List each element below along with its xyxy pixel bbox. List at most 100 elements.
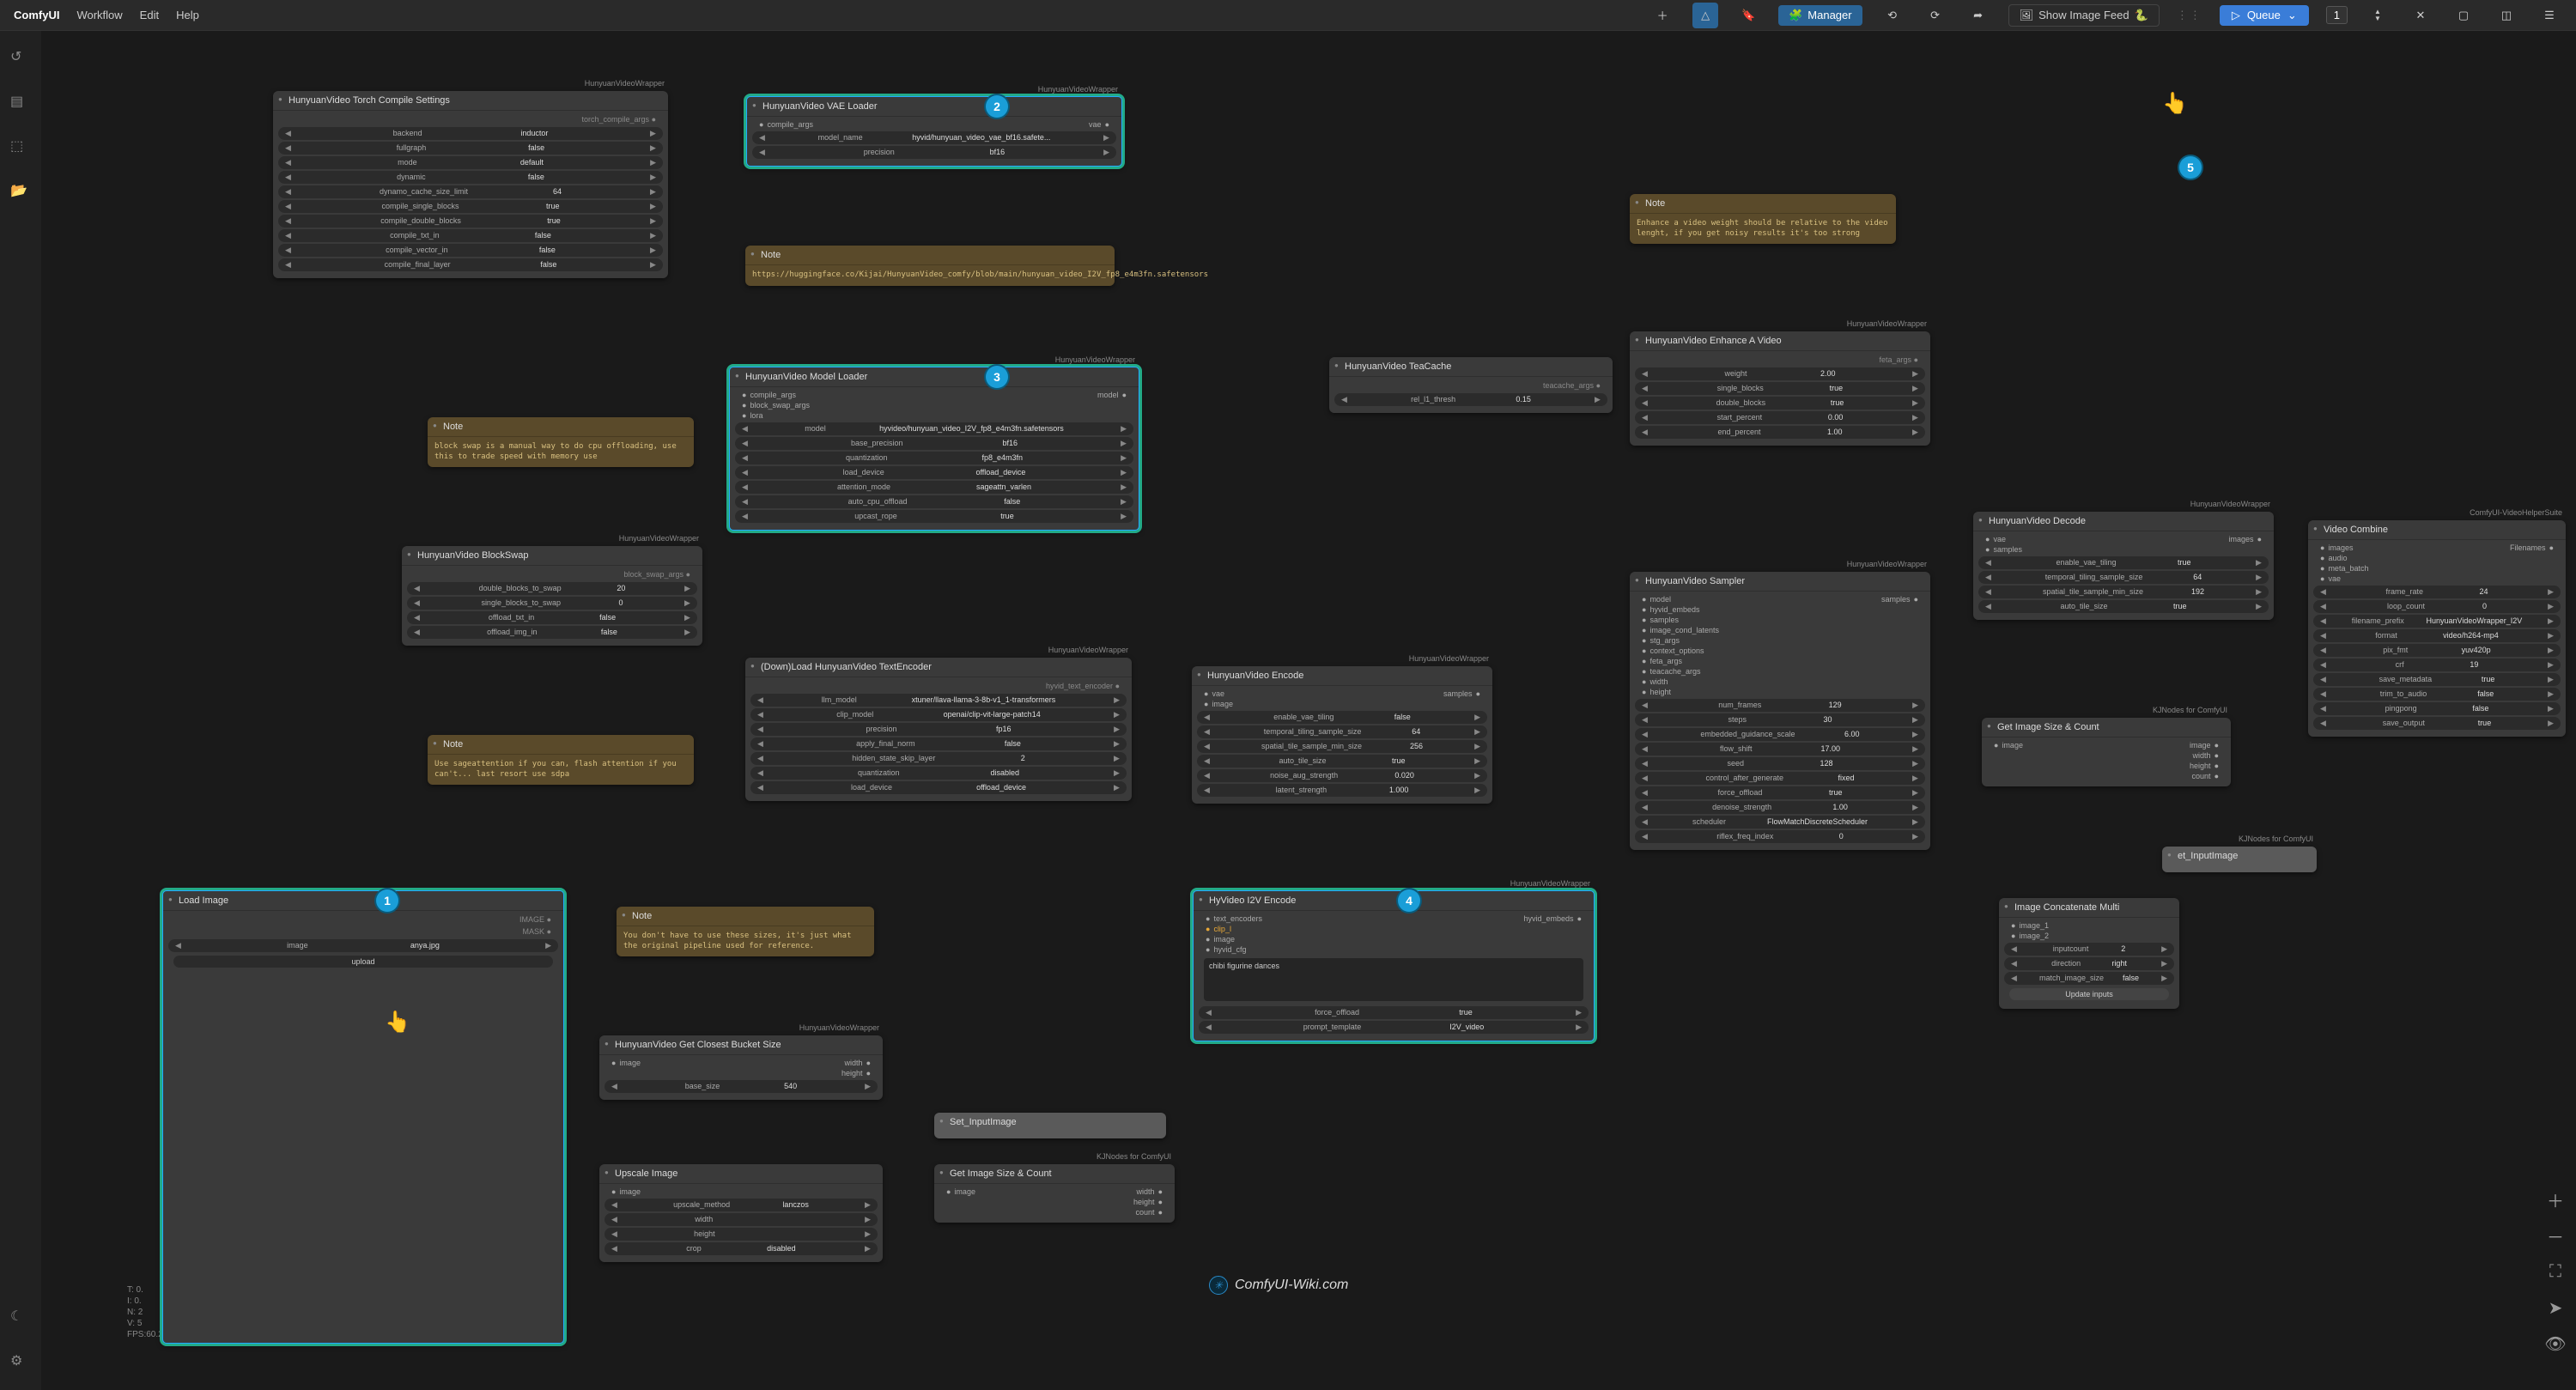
node-title[interactable]: Note — [428, 417, 694, 437]
close-icon[interactable]: ✕ — [2408, 3, 2433, 28]
widget-row[interactable]: ◀double_blocks_to_swap20▶ — [407, 582, 697, 595]
widget-row[interactable]: ◀control_after_generatefixed▶ — [1635, 772, 1925, 785]
node-load-image[interactable]: Load Image IMAGE ● MASK ● ◀imageanya.jpg… — [161, 889, 565, 1344]
panel-icon[interactable]: ◫ — [2494, 3, 2519, 28]
node-get-input[interactable]: KJNodes for ComfyUI et_InputImage — [2162, 847, 2317, 872]
widget-row[interactable]: ◀trim_to_audiofalse▶ — [2313, 688, 2561, 701]
node-text-encoder[interactable]: HunyuanVideoWrapper (Down)Load HunyuanVi… — [745, 658, 1132, 801]
widget-row[interactable]: ◀single_blocks_to_swap0▶ — [407, 597, 697, 610]
eye-icon[interactable]: 👁 — [2543, 1332, 2567, 1356]
widget-row[interactable]: ◀quantizationfp8_e4m3fn▶ — [735, 452, 1133, 464]
node-vae-loader[interactable]: HunyuanVideoWrapper HunyuanVideo VAE Loa… — [745, 95, 1123, 167]
refresh-icon[interactable]: ⟳ — [1923, 3, 1948, 28]
node-title[interactable]: Note — [1630, 194, 1896, 214]
node-title[interactable]: HunyuanVideo Encode — [1192, 666, 1492, 686]
widget-row[interactable]: ◀base_size540▶ — [605, 1080, 878, 1093]
node-title[interactable]: Set_InputImage — [934, 1113, 1166, 1132]
node-set-input[interactable]: Set_InputImage — [934, 1113, 1166, 1138]
node-note-sizes[interactable]: Note You don't have to use these sizes, … — [617, 907, 874, 956]
widget-row[interactable]: ◀force_offloadtrue▶ — [1199, 1006, 1589, 1019]
menu-workflow[interactable]: Workflow — [76, 9, 122, 21]
menu-edit[interactable]: Edit — [140, 9, 159, 21]
manager-button[interactable]: 🧩 Manager — [1778, 5, 1862, 26]
node-i2v-encode[interactable]: HunyuanVideoWrapper HyVideo I2V Encode ●… — [1192, 889, 1595, 1042]
history-icon[interactable]: ↺ — [10, 48, 31, 69]
zoom-in-icon[interactable]: ＋ — [2543, 1187, 2567, 1211]
widget-row[interactable]: ◀start_percent0.00▶ — [1635, 411, 1925, 424]
widget-row[interactable]: ◀directionright▶ — [2004, 957, 2174, 970]
moon-icon[interactable]: ☾ — [10, 1308, 31, 1328]
widget-row[interactable]: ◀save_metadatatrue▶ — [2313, 673, 2561, 686]
widget-row[interactable]: ◀inputcount2▶ — [2004, 943, 2174, 956]
widget-row[interactable]: ◀hidden_state_skip_layer2▶ — [750, 752, 1127, 765]
widget-row[interactable]: ◀num_frames129▶ — [1635, 699, 1925, 712]
fit-icon[interactable]: ⛶ — [2543, 1259, 2567, 1284]
widget-row[interactable]: ◀fullgraphfalse▶ — [278, 142, 663, 155]
widget-row[interactable]: ◀attention_modesageattn_varlen▶ — [735, 481, 1133, 494]
node-title[interactable]: et_InputImage — [2162, 847, 2317, 865]
widget-row[interactable]: ◀upscale_methodlanczos▶ — [605, 1199, 878, 1211]
widget-row[interactable]: ◀flow_shift17.00▶ — [1635, 743, 1925, 756]
widget-row[interactable]: ◀formatvideo/h264-mp4▶ — [2313, 629, 2561, 642]
node-note-url[interactable]: Note https://huggingface.co/Kijai/Hunyua… — [745, 246, 1115, 286]
node-title[interactable]: Note — [617, 907, 874, 926]
node-title[interactable]: HunyuanVideo Get Closest Bucket Size — [599, 1035, 883, 1055]
widget-row[interactable]: ◀auto_cpu_offloadfalse▶ — [735, 495, 1133, 508]
widget-row[interactable]: ◀frame_rate24▶ — [2313, 586, 2561, 598]
node-title[interactable]: Load Image — [163, 891, 563, 911]
node-enhance[interactable]: HunyuanVideoWrapper HunyuanVideo Enhance… — [1630, 331, 1930, 446]
node-title[interactable]: HunyuanVideo TeaCache — [1329, 357, 1613, 377]
widget-row[interactable]: ◀temporal_tiling_sample_size64▶ — [1197, 725, 1487, 738]
node-title[interactable]: Upscale Image — [599, 1164, 883, 1184]
share-icon[interactable]: ➦ — [1965, 3, 1991, 28]
widget-precision[interactable]: ◀precisionbf16▶ — [752, 146, 1116, 159]
widget-row[interactable]: ◀loop_count0▶ — [2313, 600, 2561, 613]
node-title[interactable]: HunyuanVideo Enhance A Video — [1630, 331, 1930, 351]
widget-row[interactable]: ◀cropdisabled▶ — [605, 1242, 878, 1255]
hamburger-icon[interactable]: ☰ — [2537, 3, 2562, 28]
node-title[interactable]: HunyuanVideo Model Loader — [730, 367, 1139, 387]
widget-row[interactable]: ◀single_blockstrue▶ — [1635, 382, 1925, 395]
widget-row[interactable]: ◀upcast_ropetrue▶ — [735, 510, 1133, 523]
widget-row[interactable]: ◀modelhyvideo/hunyuan_video_I2V_fp8_e4m3… — [735, 422, 1133, 435]
widget-row[interactable]: ◀backendinductor▶ — [278, 127, 663, 140]
drag-handle-icon[interactable]: ⋮⋮ — [2177, 9, 2202, 22]
node-title[interactable]: HunyuanVideo BlockSwap — [402, 546, 702, 566]
widget-row[interactable]: ◀auto_tile_sizetrue▶ — [1197, 755, 1487, 768]
widget-model-name[interactable]: ◀model_namehyvid/hunyuan_video_vae_bf16.… — [752, 131, 1116, 144]
widget-row[interactable]: ◀enable_vae_tilingtrue▶ — [1978, 556, 2269, 569]
node-title[interactable]: HyVideo I2V Encode — [1194, 891, 1594, 911]
canvas[interactable]: 1 2 3 4 5 👆 👆 ✳ ComfyUI-Wiki.com T: 0. I… — [41, 31, 2576, 1390]
widget-row[interactable]: ◀load_deviceoffload_device▶ — [750, 781, 1127, 794]
widget-row[interactable]: ◀quantizationdisabled▶ — [750, 767, 1127, 780]
widget-row[interactable]: ◀match_image_sizefalse▶ — [2004, 972, 2174, 985]
widget-row[interactable]: ◀end_percent1.00▶ — [1635, 426, 1925, 439]
widget-row[interactable]: ◀offload_img_infalse▶ — [407, 626, 697, 639]
widget-row[interactable]: ◀latent_strength1.000▶ — [1197, 784, 1487, 797]
node-title[interactable]: HunyuanVideo VAE Loader — [747, 97, 1121, 117]
node-video-combine[interactable]: ComfyUI-VideoHelperSuite Video Combine ●… — [2308, 520, 2566, 737]
folder-icon[interactable]: 📂 — [10, 182, 31, 203]
widget-row[interactable]: ◀steps30▶ — [1635, 713, 1925, 726]
box-icon[interactable]: ⬚ — [10, 137, 31, 158]
widget-row[interactable]: ◀seed128▶ — [1635, 757, 1925, 770]
widget-row[interactable]: ◀spatial_tile_sample_min_size256▶ — [1197, 740, 1487, 753]
widget-row[interactable]: ◀compile_double_blockstrue▶ — [278, 215, 663, 228]
widget-row[interactable]: ◀apply_final_normfalse▶ — [750, 737, 1127, 750]
widget-row[interactable]: ◀compile_txt_infalse▶ — [278, 229, 663, 242]
widget-row[interactable]: ◀force_offloadtrue▶ — [1635, 786, 1925, 799]
node-note-sageattn[interactable]: Note Use sageattention if you can, flash… — [428, 735, 694, 785]
widget-row[interactable]: ◀filename_prefixHunyuanVideoWrapper_I2V▶ — [2313, 615, 2561, 628]
node-title[interactable]: HunyuanVideo Sampler — [1630, 572, 1930, 592]
menu-help[interactable]: Help — [176, 9, 199, 21]
show-image-feed-button[interactable]: 🖼 Show Image Feed 🐍 — [2008, 4, 2160, 27]
widget-row[interactable]: ◀width▶ — [605, 1213, 878, 1226]
widget-row[interactable]: ◀clip_modelopenai/clip-vit-large-patch14… — [750, 708, 1127, 721]
widget-row[interactable]: ◀crf19▶ — [2313, 659, 2561, 671]
reset-view-icon[interactable]: ⟲ — [1880, 3, 1905, 28]
queue-count[interactable]: 1 — [2326, 6, 2348, 24]
widget-row[interactable]: ◀auto_tile_sizetrue▶ — [1978, 600, 2269, 613]
node-decode[interactable]: HunyuanVideoWrapper HunyuanVideo Decode … — [1973, 512, 2274, 620]
bookmark-icon[interactable]: 🔖 — [1735, 3, 1761, 28]
widget-row[interactable]: ◀prompt_templateI2V_video▶ — [1199, 1021, 1589, 1034]
